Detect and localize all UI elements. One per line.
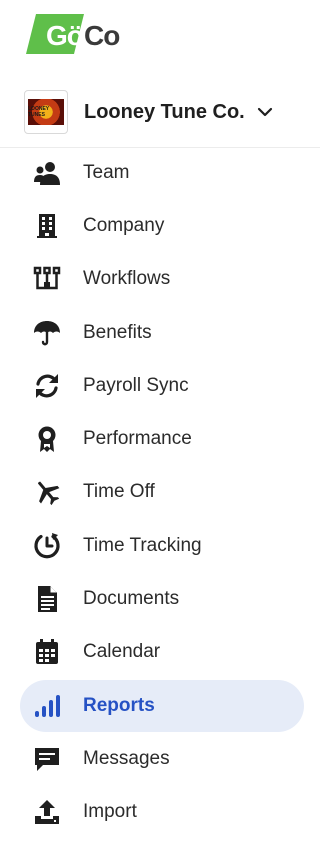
nav-label: Performance	[83, 428, 192, 450]
nav-item-import[interactable]: Import	[0, 786, 320, 839]
nav-label: Time Off	[83, 481, 155, 503]
nav-label: Workflows	[83, 268, 171, 290]
airplane-icon	[32, 477, 62, 507]
bar-chart-icon	[32, 691, 62, 721]
award-icon	[32, 424, 62, 454]
nav-item-time-tracking[interactable]: Time Tracking	[0, 519, 320, 572]
nav-label: Import	[83, 801, 137, 823]
document-icon	[32, 584, 62, 614]
nav-item-workflows[interactable]: Workflows	[0, 253, 320, 306]
logo-text: Gö	[46, 20, 84, 51]
clock-icon	[32, 531, 62, 561]
nav-item-company[interactable]: Company	[0, 199, 320, 252]
nav-item-performance[interactable]: Performance	[0, 412, 320, 465]
nav-label: Time Tracking	[83, 534, 202, 556]
nav-label: Benefits	[83, 321, 152, 343]
nav-item-calendar[interactable]: Calendar	[0, 626, 320, 679]
nav-item-reports[interactable]: Reports	[0, 679, 320, 733]
building-icon	[32, 211, 62, 241]
company-avatar-image: LOONEY TUNES	[28, 99, 64, 125]
nav-label: Messages	[83, 747, 170, 769]
team-icon	[32, 158, 62, 188]
upload-icon	[32, 797, 62, 827]
nav-item-time-off[interactable]: Time Off	[0, 466, 320, 519]
nav-item-messages[interactable]: Messages	[0, 732, 320, 785]
umbrella-icon	[32, 318, 62, 348]
nav-label: Payroll Sync	[83, 374, 189, 396]
nav-item-team[interactable]: Team	[0, 146, 320, 199]
company-avatar: LOONEY TUNES	[24, 90, 68, 134]
nav-item-documents[interactable]: Documents	[0, 572, 320, 625]
main-nav: Team Company Workflows Benefits Payroll	[0, 146, 320, 839]
logo-suffix: Co	[84, 20, 120, 51]
chevron-down-icon[interactable]	[257, 104, 273, 120]
goco-logo[interactable]: Gö Co	[24, 12, 134, 58]
company-name: Looney Tune Co.	[84, 100, 245, 123]
nav-label: Calendar	[83, 641, 161, 663]
sync-icon	[32, 371, 62, 401]
calendar-icon	[32, 637, 62, 667]
company-selector[interactable]: LOONEY TUNES Looney Tune Co.	[24, 89, 273, 135]
nav-label: Company	[83, 214, 165, 236]
nav-item-benefits[interactable]: Benefits	[0, 306, 320, 359]
nav-item-payroll-sync[interactable]: Payroll Sync	[0, 359, 320, 412]
nav-label: Documents	[83, 588, 180, 610]
message-icon	[32, 744, 62, 774]
workflow-icon	[32, 264, 62, 294]
nav-label: Reports	[83, 694, 155, 716]
sidebar: Gö Co LOONEY TUNES Looney Tune Co. Team …	[0, 0, 320, 844]
nav-label: Team	[83, 161, 130, 183]
